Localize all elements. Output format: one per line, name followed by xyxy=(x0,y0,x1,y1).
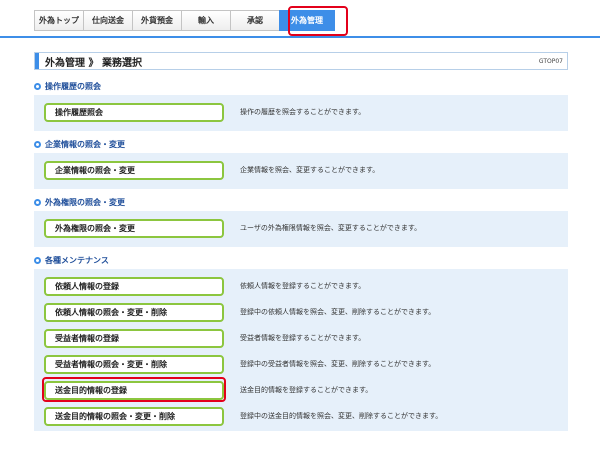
item-description: 企業情報を照会、変更することができます。 xyxy=(240,166,380,174)
operation-history-button[interactable]: 操作履歴照会 xyxy=(44,102,224,122)
tab-shimuke-sokin[interactable]: 仕向送金 xyxy=(83,10,132,31)
item-description: 送金目的情報を登録することができます。 xyxy=(240,386,373,394)
tab-yunyu[interactable]: 輸入 xyxy=(181,10,230,31)
company-info-button[interactable]: 企業情報の照会・変更 xyxy=(44,160,224,180)
list-item: 企業情報の照会・変更 企業情報を照会、変更することができます。 xyxy=(34,157,568,183)
item-description: 登録中の受益者情報を照会、変更、削除することができます。 xyxy=(240,360,436,368)
section-heading-company: 企業情報の照会・変更 xyxy=(34,137,568,151)
section-panel-company: 企業情報の照会・変更 企業情報を照会、変更することができます。 xyxy=(34,153,568,189)
section-heading-authority: 外為権限の照会・変更 xyxy=(34,195,568,209)
register-remittance-purpose-button[interactable]: 送金目的情報の登録 xyxy=(44,380,224,400)
page-title: 外為管理 》 業務選択 xyxy=(45,57,142,69)
section-bullet-icon xyxy=(34,256,41,264)
tab-gaitame-kanri[interactable]: 外為管理 xyxy=(279,10,335,31)
list-item: 操作履歴照会 操作の履歴を照会することができます。 xyxy=(34,99,568,125)
authority-info-button[interactable]: 外為権限の照会・変更 xyxy=(44,218,224,238)
section-heading-label: 企業情報の照会・変更 xyxy=(45,139,125,149)
section-heading-label: 各種メンテナンス xyxy=(45,255,109,265)
title-accent xyxy=(35,53,39,69)
tab-gaitame-top[interactable]: 外為トップ xyxy=(34,10,83,31)
item-description: 依頼人情報を登録することができます。 xyxy=(240,282,366,290)
edit-requester-button[interactable]: 依頼人情報の照会・変更・削除 xyxy=(44,302,224,322)
list-item: 依頼人情報の照会・変更・削除 登録中の依頼人情報を照会、変更、削除することができ… xyxy=(34,299,568,325)
item-description: 登録中の送金目的情報を照会、変更、削除することができます。 xyxy=(240,412,443,420)
list-item: 送金目的情報の登録 送金目的情報を登録することができます。 xyxy=(34,377,568,403)
register-requester-button[interactable]: 依頼人情報の登録 xyxy=(44,276,224,296)
item-description: ユーザの外為権限情報を照会、変更することができます。 xyxy=(240,224,422,232)
section-bullet-icon xyxy=(34,198,41,206)
section-bullet-icon xyxy=(34,82,41,90)
tab-gaika-yokin[interactable]: 外貨預金 xyxy=(132,10,181,31)
section-heading-history: 操作履歴の照会 xyxy=(34,79,568,93)
register-beneficiary-button[interactable]: 受益者情報の登録 xyxy=(44,328,224,348)
section-heading-label: 操作履歴の照会 xyxy=(45,81,101,91)
section-heading-maintenance: 各種メンテナンス xyxy=(34,253,568,267)
screen-code: GTOP07 xyxy=(538,57,563,65)
section-heading-label: 外為権限の照会・変更 xyxy=(45,197,125,207)
section-bullet-icon xyxy=(34,140,41,148)
edit-remittance-purpose-button[interactable]: 送金目的情報の照会・変更・削除 xyxy=(44,406,224,426)
section-panel-history: 操作履歴照会 操作の履歴を照会することができます。 xyxy=(34,95,568,131)
page-title-bar: 外為管理 》 業務選択 GTOP07 xyxy=(34,52,568,70)
list-item: 送金目的情報の照会・変更・削除 登録中の送金目的情報を照会、変更、削除することが… xyxy=(34,403,568,429)
tab-underline xyxy=(0,36,600,38)
top-tab-bar: 外為トップ 仕向送金 外貨預金 輸入 承認 外為管理 xyxy=(34,10,335,32)
section-panel-maintenance: 依頼人情報の登録 依頼人情報を登録することができます。 依頼人情報の照会・変更・… xyxy=(34,269,568,431)
list-item: 依頼人情報の登録 依頼人情報を登録することができます。 xyxy=(34,273,568,299)
item-description: 受益者情報を登録することができます。 xyxy=(240,334,366,342)
item-description: 操作の履歴を照会することができます。 xyxy=(240,108,366,116)
list-item: 受益者情報の登録 受益者情報を登録することができます。 xyxy=(34,325,568,351)
item-description: 登録中の依頼人情報を照会、変更、削除することができます。 xyxy=(240,308,436,316)
list-item: 外為権限の照会・変更 ユーザの外為権限情報を照会、変更することができます。 xyxy=(34,215,568,241)
tab-shonin[interactable]: 承認 xyxy=(230,10,279,31)
edit-beneficiary-button[interactable]: 受益者情報の照会・変更・削除 xyxy=(44,354,224,374)
list-item: 受益者情報の照会・変更・削除 登録中の受益者情報を照会、変更、削除することができ… xyxy=(34,351,568,377)
section-panel-authority: 外為権限の照会・変更 ユーザの外為権限情報を照会、変更することができます。 xyxy=(34,211,568,247)
